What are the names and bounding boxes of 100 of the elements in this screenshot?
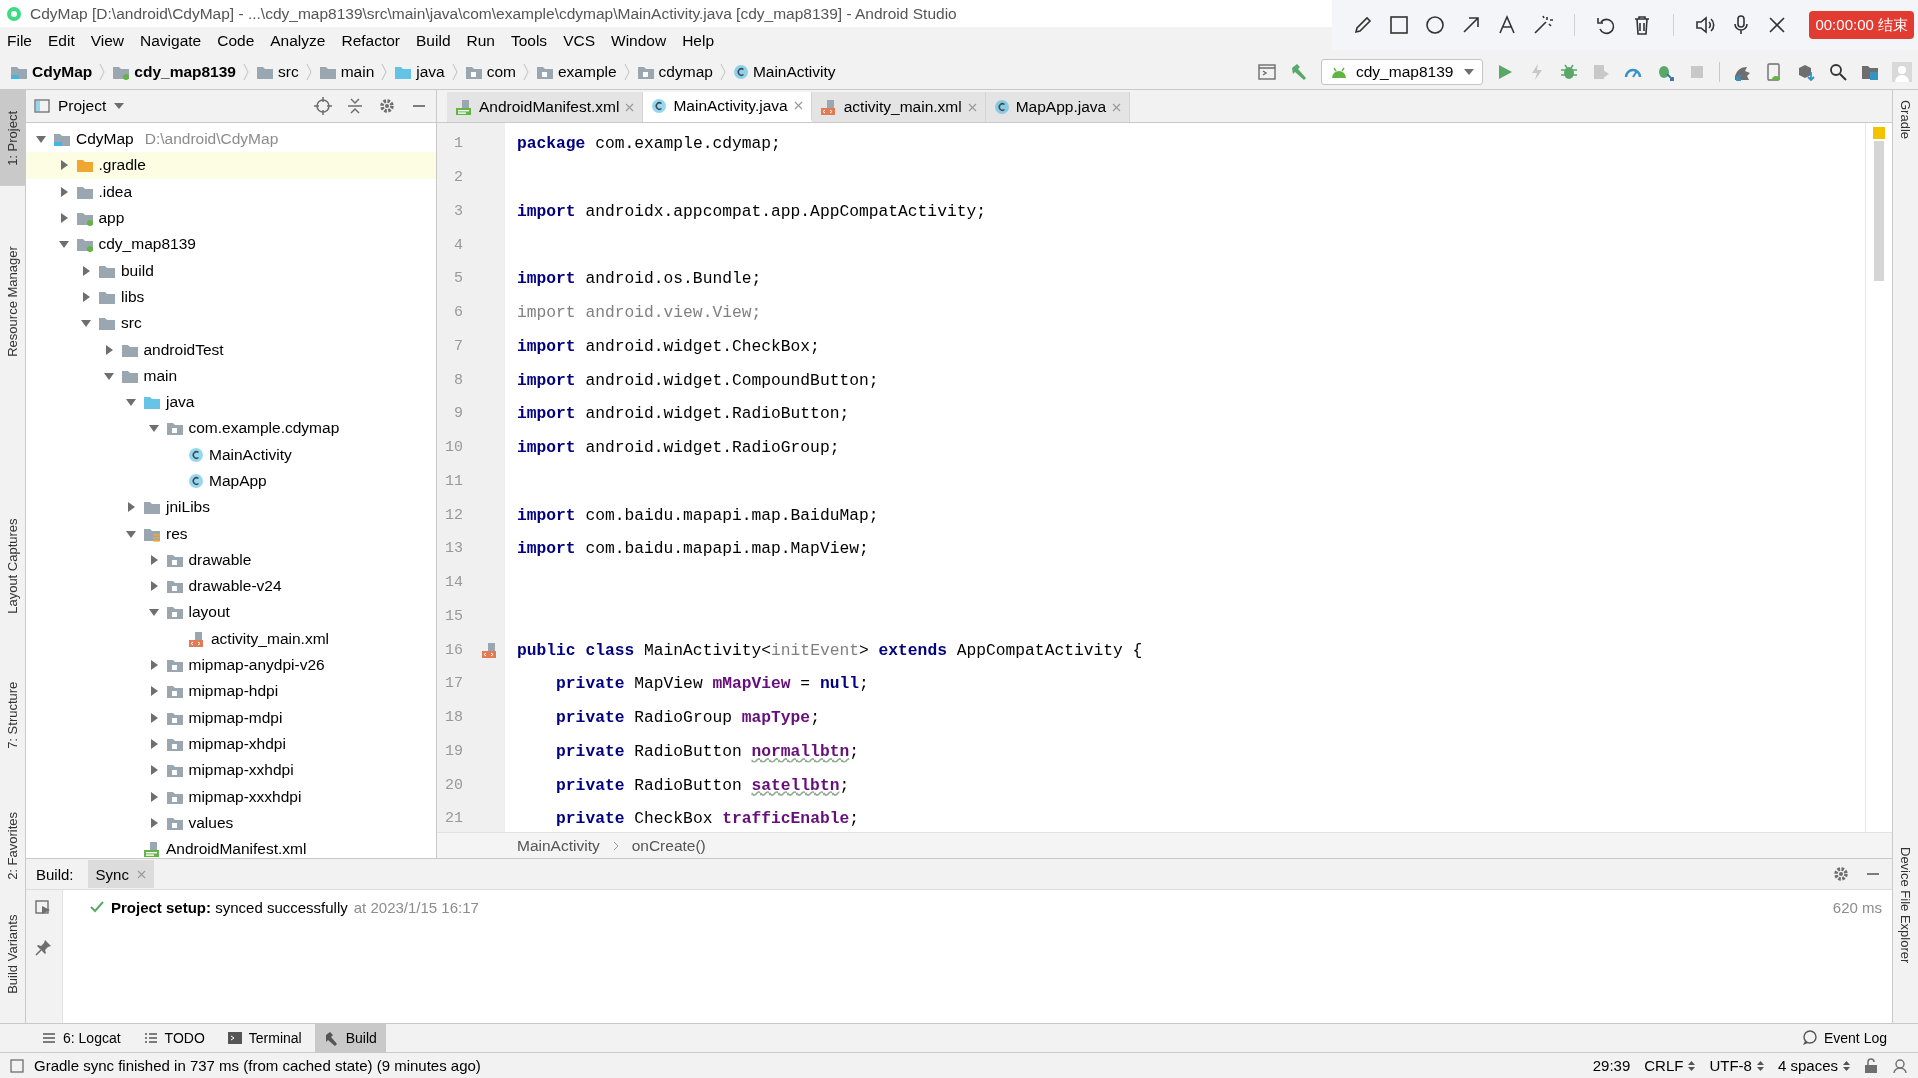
tree-item[interactable]: layout	[26, 599, 436, 626]
breadcrumb[interactable]: com	[464, 63, 516, 81]
panel-tab[interactable]: Sync	[87, 860, 154, 888]
tool-window-button[interactable]: Build Variants	[0, 896, 25, 1013]
editor-tab[interactable]: activity_main.xml	[811, 92, 986, 122]
menu-item[interactable]: Tools	[510, 32, 548, 50]
layout-editor-icon[interactable]	[1257, 62, 1277, 82]
toggle-panel-icon[interactable]	[10, 1058, 24, 1073]
tree-item[interactable]: .idea	[26, 178, 436, 205]
settings-icon[interactable]	[1832, 865, 1850, 883]
tree-item[interactable]: values	[26, 809, 436, 836]
tool-window-button[interactable]: 2: Favorites	[0, 796, 25, 897]
tree-item[interactable]: build	[26, 257, 436, 284]
sdk-manager-icon[interactable]	[1796, 62, 1816, 82]
editor-tab[interactable]: MainActivity.java	[643, 92, 812, 122]
scrollbar-thumb[interactable]	[1874, 141, 1884, 281]
breadcrumb[interactable]: src	[256, 63, 299, 81]
menu-item[interactable]: View	[90, 32, 125, 50]
menu-item[interactable]: Refactor	[341, 32, 401, 50]
breadcrumb[interactable]: cdymap	[636, 63, 713, 81]
tree-item[interactable]: mipmap-mdpi	[26, 704, 436, 731]
expand-arrow-icon[interactable]	[80, 264, 92, 277]
circle-icon[interactable]	[1424, 14, 1446, 36]
breadcrumb[interactable]: MainActivity	[732, 63, 836, 81]
tool-window-button[interactable]: 1: Project	[0, 90, 25, 186]
menu-item[interactable]: Run	[466, 32, 495, 50]
status-selector[interactable]: 4 spaces	[1777, 1057, 1850, 1074]
editor-tab[interactable]: AndroidManifest.xml	[447, 92, 644, 122]
pin-icon[interactable]	[35, 938, 53, 956]
menu-item[interactable]: Window	[611, 32, 667, 50]
tool-window-tab[interactable]: 6: Logcat	[32, 1024, 130, 1052]
tree-item[interactable]: libs	[26, 283, 436, 311]
tree-item[interactable]: activity_main.xml	[26, 625, 436, 652]
text-tool-icon[interactable]	[1496, 14, 1518, 36]
menu-item[interactable]: Code	[217, 32, 255, 50]
stop-recording-button[interactable]: 00:00:00 结束	[1809, 11, 1914, 39]
tree-item[interactable]: mipmap-xxxhdpi	[26, 783, 436, 810]
tool-window-button[interactable]: Resource Manager	[0, 225, 25, 378]
breadcrumb[interactable]: CdyMap	[10, 63, 93, 81]
tree-item[interactable]: drawable-v24	[26, 573, 436, 600]
tool-window-button[interactable]: Layout Captures	[0, 497, 25, 635]
search-icon[interactable]	[1828, 62, 1848, 82]
status-selector[interactable]: CRLF	[1644, 1057, 1696, 1074]
speaker-icon[interactable]	[1694, 14, 1716, 36]
bug-icon[interactable]	[1559, 62, 1579, 82]
tree-item[interactable]: app	[26, 204, 436, 232]
tree-item[interactable]: CdyMap D:\android\CdyMap	[26, 126, 436, 153]
breadcrumb[interactable]: MainActivity	[517, 836, 600, 855]
collapse-all-icon[interactable]	[346, 97, 364, 115]
cursor-position[interactable]: 29:39	[1592, 1057, 1631, 1074]
expand-arrow-icon[interactable]	[80, 290, 92, 303]
menu-item[interactable]: VCS	[563, 32, 595, 50]
tree-item[interactable]: mipmap-hdpi	[26, 678, 436, 705]
status-selector[interactable]: UTF-8	[1709, 1057, 1764, 1074]
editor-tab[interactable]: MapApp.java	[985, 92, 1131, 122]
pencil-icon[interactable]	[1352, 14, 1374, 36]
manifest-file-icon	[455, 99, 473, 115]
tree-item[interactable]: .gradle	[26, 152, 436, 179]
tree-item[interactable]: jniLibs	[26, 494, 436, 521]
tree-item[interactable]: cdy_map8139	[26, 231, 436, 258]
square-icon[interactable]	[1388, 14, 1410, 36]
expand-arrow-icon[interactable]	[125, 501, 137, 514]
breadcrumb[interactable]: onCreate()	[631, 836, 706, 855]
tree-item[interactable]: main	[26, 362, 436, 389]
tree-item[interactable]: AndroidManifest.xml	[26, 836, 436, 863]
tree-item[interactable]: androidTest	[26, 336, 436, 363]
tool-window-button[interactable]: Gradle	[1893, 90, 1918, 150]
menu-item[interactable]: Help	[682, 32, 715, 50]
tree-item[interactable]: mipmap-xxhdpi	[26, 757, 436, 784]
tool-window-tab[interactable]: TODO	[133, 1024, 214, 1052]
menu-item[interactable]: File	[7, 32, 32, 50]
tree-item[interactable]: java	[26, 388, 436, 416]
breadcrumb[interactable]: cdy_map8139	[112, 63, 236, 81]
tree-item[interactable]: MainActivity	[26, 441, 436, 468]
breadcrumb[interactable]: example	[536, 63, 617, 81]
menu-item[interactable]: Analyze	[270, 32, 326, 50]
menu-item[interactable]: Edit	[48, 32, 75, 50]
event-log-tab[interactable]: Event Log	[1792, 1024, 1896, 1052]
settings-icon[interactable]	[378, 97, 396, 115]
tree-item[interactable]: drawable	[26, 546, 436, 574]
magic-wand-icon[interactable]	[1532, 14, 1554, 36]
breadcrumb[interactable]: main	[318, 63, 375, 81]
tool-window-tab[interactable]: Terminal	[217, 1024, 311, 1052]
menu-item[interactable]: Build	[416, 32, 451, 50]
tree-item[interactable]: com.example.cdymap	[26, 415, 436, 442]
view-dropdown[interactable]: Project	[34, 97, 125, 115]
tree-item[interactable]: src	[26, 310, 436, 337]
tool-window-button[interactable]: 7: Structure	[0, 664, 25, 767]
locate-icon[interactable]	[314, 97, 332, 115]
tree-item[interactable]: mipmap-xhdpi	[26, 730, 436, 758]
menu-item[interactable]: Navigate	[140, 32, 202, 50]
run-configuration-dropdown[interactable]: cdy_map8139	[1321, 59, 1483, 85]
tree-item[interactable]: MapApp	[26, 467, 436, 495]
hammer-icon[interactable]	[1289, 62, 1309, 82]
tool-window-button[interactable]: Device File Explorer	[1893, 836, 1918, 973]
lock-icon[interactable]	[1864, 1057, 1878, 1074]
tree-item[interactable]: res	[26, 520, 436, 547]
breadcrumb[interactable]: java	[394, 63, 445, 81]
tool-window-tab[interactable]: Build	[314, 1024, 386, 1052]
tree-item[interactable]: mipmap-anydpi-v26	[26, 651, 436, 679]
